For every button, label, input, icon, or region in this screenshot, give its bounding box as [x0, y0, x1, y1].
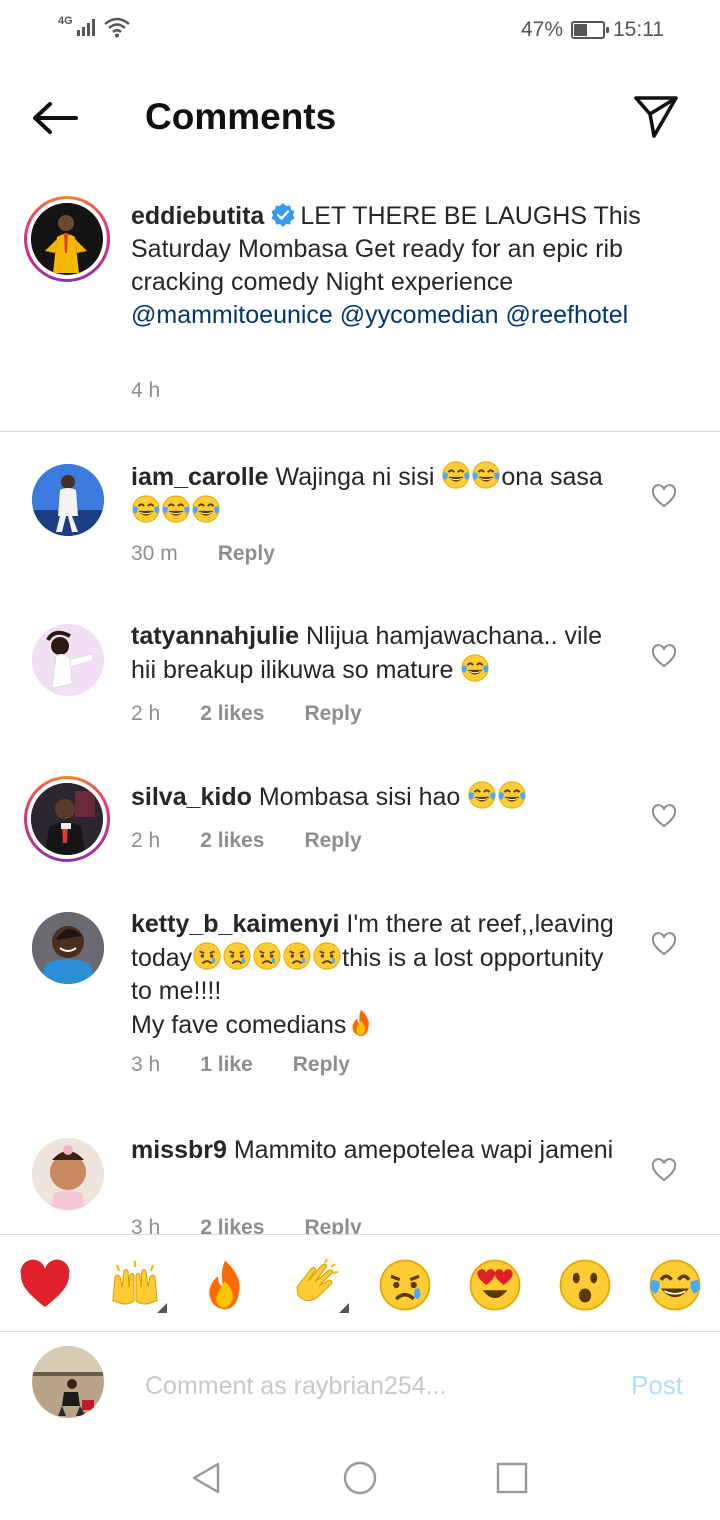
system-nav-bar: [0, 1436, 720, 1520]
comment-meta: 30 m Reply: [131, 542, 275, 566]
comment-text: ketty_b_kaimenyi I'm there at reef,,leav…: [131, 908, 621, 1042]
comment-body: Wajinga ni sisi: [275, 463, 442, 491]
page-title: Comments: [145, 96, 337, 137]
tears-of-joy-emoji-icon: [441, 460, 471, 490]
comment-timestamp: 30 m: [131, 542, 178, 565]
send-icon[interactable]: [632, 94, 680, 140]
comment-text: silva_kido Mombasa sisi hao: [131, 780, 621, 814]
comment-meta: 3 h 1 like Reply: [131, 1053, 350, 1077]
tears-of-joy-emoji-icon: [161, 494, 191, 524]
comment-username[interactable]: missbr9: [131, 1136, 227, 1164]
comment-composer: Post: [0, 1331, 720, 1436]
comment-likes[interactable]: 2 likes: [200, 702, 264, 726]
caption-text: eddiebutita LET THERE BE LAUGHS This Sat…: [131, 200, 691, 332]
skin-tone-indicator: [339, 1303, 349, 1313]
battery-level: [574, 24, 588, 36]
quick-emoji-bar: [0, 1234, 720, 1332]
mention-link[interactable]: @yycomedian: [340, 301, 499, 329]
comment-timestamp: 2 h: [131, 702, 161, 725]
nav-recents-icon[interactable]: [492, 1458, 532, 1498]
caption-avatar[interactable]: [24, 196, 110, 282]
crying-face-emoji-icon: [222, 941, 252, 971]
network-type: 4G: [58, 15, 73, 27]
like-heart-icon[interactable]: [651, 644, 677, 668]
surprised-face-emoji-button[interactable]: [557, 1257, 613, 1313]
post-button[interactable]: Post: [631, 1370, 683, 1401]
comment-likes[interactable]: 2 likes: [200, 829, 264, 853]
reply-button[interactable]: Reply: [293, 1053, 350, 1077]
mention-link[interactable]: @mammitoeunice: [131, 301, 333, 329]
comment-text: missbr9 Mammito amepotelea wapi jameni: [131, 1134, 621, 1167]
comment-meta: 2 h 2 likes Reply: [131, 702, 362, 726]
back-arrow-icon[interactable]: [30, 98, 80, 138]
comment-timestamp: 3 h: [131, 1053, 161, 1076]
status-right: 47% 15:11: [521, 18, 664, 42]
like-heart-icon[interactable]: [651, 932, 677, 956]
raising-hands-emoji-button[interactable]: [107, 1257, 167, 1313]
nav-back-icon[interactable]: [186, 1458, 226, 1498]
tears-of-joy-emoji-icon: [497, 780, 527, 810]
fire-emoji-icon: [346, 1008, 376, 1038]
comment-text: iam_carolle Wajinga ni sisi ona sasa: [131, 460, 621, 528]
comment-likes[interactable]: 1 like: [200, 1053, 253, 1077]
post-caption: eddiebutita LET THERE BE LAUGHS This Sat…: [0, 170, 720, 432]
tears-of-joy-emoji-icon: [131, 494, 161, 524]
like-heart-icon[interactable]: [651, 1158, 677, 1182]
comment-username[interactable]: iam_carolle: [131, 463, 269, 491]
tears-of-joy-emoji-icon: [191, 494, 221, 524]
signal-icon: [76, 18, 95, 36]
crying-face-emoji-icon: [312, 941, 342, 971]
crying-face-emoji-button[interactable]: [377, 1257, 433, 1313]
skin-tone-indicator: [157, 1303, 167, 1313]
comment-meta: 2 h 2 likes Reply: [131, 829, 362, 853]
tears-of-joy-emoji-icon: [467, 780, 497, 810]
like-heart-icon[interactable]: [651, 484, 677, 508]
clapping-hands-emoji-button[interactable]: [287, 1257, 349, 1313]
like-heart-icon[interactable]: [651, 804, 677, 828]
comment-username[interactable]: ketty_b_kaimenyi: [131, 910, 339, 938]
verified-badge-icon: [271, 203, 295, 227]
crying-face-emoji-icon: [252, 941, 282, 971]
comment-username[interactable]: silva_kido: [131, 783, 252, 811]
nav-home-icon[interactable]: [340, 1458, 380, 1498]
avatar[interactable]: [32, 464, 104, 536]
heart-eyes-emoji-button[interactable]: [467, 1257, 523, 1313]
tears-of-joy-emoji-button[interactable]: [647, 1257, 703, 1313]
battery-percent: 47%: [520, 18, 563, 41]
reply-button[interactable]: Reply: [304, 829, 361, 853]
comment-text: tatyannahjulie Nlijua hamjawachana.. vil…: [131, 620, 621, 687]
crying-face-emoji-icon: [282, 941, 312, 971]
avatar[interactable]: [32, 1138, 104, 1210]
comment-input[interactable]: [145, 1366, 605, 1406]
avatar[interactable]: [32, 912, 104, 984]
status-bar: 4G 47% 15:11: [0, 0, 720, 62]
comment-body: Mammito amepotelea wapi jameni: [233, 1136, 614, 1164]
avatar[interactable]: [24, 776, 110, 862]
clock: 15:11: [613, 18, 664, 41]
red-heart-emoji-button[interactable]: [17, 1257, 73, 1313]
crying-face-emoji-icon: [192, 941, 222, 971]
caption-timestamp: 4 h: [131, 379, 161, 402]
network-status: 4G: [58, 16, 131, 38]
mention-link[interactable]: @reefhotel: [506, 301, 629, 329]
comment-body: Mombasa sisi hao: [258, 783, 468, 811]
reply-button[interactable]: Reply: [304, 702, 361, 726]
tears-of-joy-emoji-icon: [460, 653, 490, 683]
tears-of-joy-emoji-icon: [471, 460, 501, 490]
header: Comments: [0, 72, 720, 164]
comment-username[interactable]: tatyannahjulie: [131, 622, 299, 650]
comment-body: ona sasa: [501, 463, 603, 491]
caption-username[interactable]: eddiebutita: [131, 202, 264, 230]
reply-button[interactable]: Reply: [218, 542, 275, 566]
comment-timestamp: 2 h: [131, 829, 161, 852]
avatar[interactable]: [32, 624, 104, 696]
battery-icon: [571, 21, 609, 39]
fire-emoji-button[interactable]: [197, 1257, 253, 1313]
wifi-icon: [103, 17, 130, 38]
current-user-avatar[interactable]: [32, 1346, 104, 1418]
comment-body: My fave comedians: [131, 1011, 347, 1039]
